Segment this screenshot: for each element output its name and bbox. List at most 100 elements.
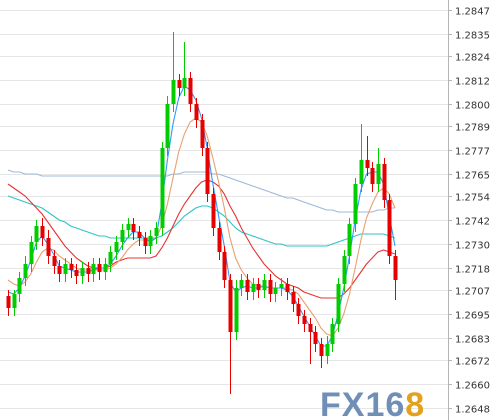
candle-body [137,232,142,238]
bearish-candle [268,274,273,302]
bearish-candle [188,72,193,112]
candle-body [370,168,375,184]
bullish-candle [359,124,364,192]
candle-body [108,252,113,264]
candle-body [273,288,278,294]
bearish-candle [370,162,375,192]
candle-body [262,280,267,290]
candle-body [279,284,284,288]
candle-body [330,324,335,344]
bullish-candle [336,278,341,332]
y-tick-label: 1.2672 [455,357,490,368]
candle-body [131,224,136,232]
y-tick-label: 1.2765 [455,171,490,182]
bullish-candle [347,218,352,264]
candle-body [200,120,205,148]
bearish-candle [302,310,307,332]
bullish-candle [325,336,330,364]
bearish-candle [137,226,142,246]
candle-body [126,224,131,230]
bearish-candle [382,158,387,208]
y-tick-label: 1.2742 [455,217,490,228]
y-tick-label: 1.2824 [455,53,490,64]
candle-body [211,194,216,228]
candle-body [188,78,193,104]
candle-body [393,256,398,280]
candle-body [154,228,159,236]
y-tick-label: 1.2835 [455,31,490,42]
fx168-watermark: FX168 [320,386,425,420]
candle-body [342,256,347,284]
y-tick-label: 1.2777 [455,147,490,158]
candle-body [217,228,222,252]
candle-body [103,264,108,272]
bullish-candle [17,272,22,302]
bearish-candle [393,250,398,300]
candle-body [376,164,381,184]
candle-body [160,148,165,228]
bearish-candle [222,246,227,288]
bullish-candle [239,274,244,296]
bullish-candle [330,318,335,352]
candle-body [336,284,341,324]
candle-body [245,280,250,292]
moving-average-line [7,179,396,299]
candle-body [120,230,125,242]
bearish-candle [211,188,216,236]
candle-body [387,200,392,256]
chart-root: 1.2847 1.2835 1.2824 1.2812 1.2800 1.2789 1.27… [0,0,491,420]
bearish-candle [228,274,233,394]
candle-body [365,160,370,168]
candle-body [256,284,261,290]
y-tick-label: 1.2789 [455,123,490,134]
bearish-candle [245,274,250,300]
candle-body [359,160,364,184]
svg-text:FX168: FX168 [320,386,425,420]
candle-body [91,264,96,274]
bullish-candle [251,278,256,300]
bullish-candle [342,250,347,292]
candle-body [86,268,91,274]
y-tick-label: 1.2800 [455,101,490,112]
candle-body [205,148,210,194]
y-tick-label: 1.2754 [455,193,490,204]
bearish-candle [200,114,205,156]
bullish-candle [182,42,187,96]
bearish-candle [194,98,199,128]
candle-body [63,264,68,274]
candle-body [296,304,301,316]
candle-body [239,280,244,288]
candle-body [308,324,313,332]
candle-body [97,264,102,272]
watermark-text-main: FX16 [320,386,405,420]
bullish-candle [376,148,381,192]
bearish-candle [308,318,313,364]
y-tick-label: 1.2812 [455,77,490,88]
bearish-candle [69,258,74,278]
price-axis: 1.2847 1.2835 1.2824 1.2812 1.2800 1.2789 1.27… [448,0,490,420]
candle-body [347,224,352,256]
bullish-candle [234,280,239,340]
candle-body [17,278,22,294]
candle-body [319,344,324,356]
bearish-candle [365,136,370,176]
watermark-text-last-digit: 8 [405,386,425,420]
bearish-candle [256,278,261,298]
candle-body [69,264,74,270]
candle-body [52,256,57,266]
bearish-candle [387,194,392,264]
candle-body [222,252,227,280]
candle-body [285,284,290,292]
candle-body [302,316,307,324]
candle-body [382,164,387,200]
bullish-candle [273,282,278,302]
candle-layer [6,32,398,394]
bullish-candle [80,262,85,284]
candle-body [46,238,51,256]
bullish-candle [120,224,125,250]
candle-body [313,332,318,344]
y-tick-label: 1.2707 [455,287,490,298]
bullish-candle [262,274,267,298]
candle-body [325,344,330,356]
candle-body [148,236,153,246]
